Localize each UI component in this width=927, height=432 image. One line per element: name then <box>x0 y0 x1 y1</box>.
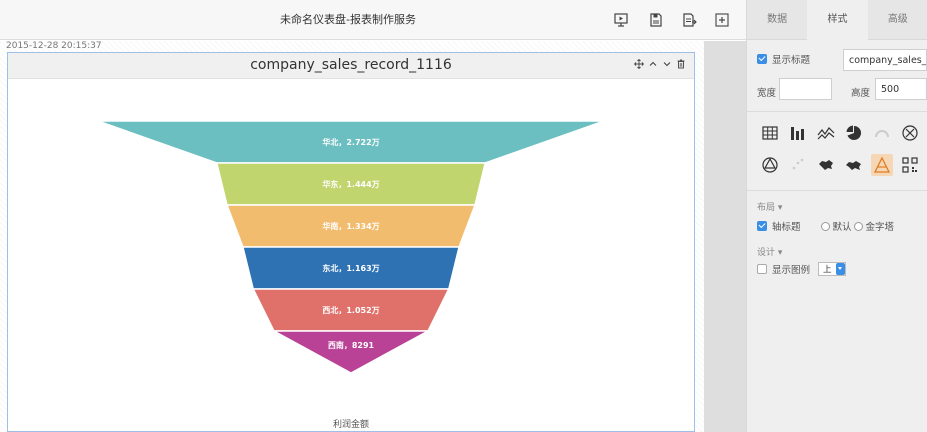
radio-pyramid[interactable] <box>853 221 863 231</box>
legend-position-select[interactable]: 上 <box>818 262 846 276</box>
select-arrow-icon <box>835 263 845 275</box>
legend-row: 显示图例 上 <box>757 262 846 276</box>
layout-row: 轴标题 默认 金字塔 <box>757 219 894 233</box>
axis-title-label: 轴标题 <box>772 222 801 233</box>
funnel-label-3: 华南，1.334万 <box>322 221 379 231</box>
divider <box>747 190 927 191</box>
tab-style[interactable]: 样式 <box>807 0 868 40</box>
radio-pyramid-label: 金字塔 <box>865 222 895 233</box>
map-icon[interactable] <box>815 154 837 176</box>
properties-panel: 数据 样式 高级 显示标题 company_sales_record_1116 … <box>746 0 927 432</box>
funnel-label-5: 西北，1.052万 <box>322 305 379 315</box>
canvas-timestamp: 2015-12-28 20:15:37 <box>6 41 102 51</box>
radio-default[interactable] <box>820 221 830 231</box>
gauge-icon[interactable] <box>871 122 893 144</box>
funnel-label-6: 西南，8291 <box>328 340 375 350</box>
show-legend-label: 显示图例 <box>772 265 811 276</box>
bar-chart-icon[interactable] <box>787 122 809 144</box>
qrcode-icon[interactable] <box>899 154 921 176</box>
width-input[interactable] <box>779 78 832 100</box>
polar-icon[interactable] <box>759 154 781 176</box>
show-legend-checkbox[interactable] <box>757 264 767 274</box>
table-icon[interactable] <box>759 122 781 144</box>
divider <box>747 111 927 112</box>
export-icon[interactable] <box>681 12 697 28</box>
add-icon[interactable] <box>714 12 730 28</box>
top-bar: 未命名仪表盘-报表制作服务 <box>0 0 746 40</box>
show-title-row: 显示标题 <box>757 52 810 66</box>
chart-widget[interactable]: company_sales_record_1116 华北，2.722万 华东，1.… <box>7 52 695 432</box>
funnel-icon[interactable] <box>871 154 893 176</box>
map-alt-icon[interactable] <box>843 154 865 176</box>
funnel-label-4: 东北，1.163万 <box>322 263 379 273</box>
scatter-icon[interactable] <box>787 154 809 176</box>
panel-tabs: 数据 样式 高级 <box>747 0 927 40</box>
design-section-label: 设计 <box>757 248 776 258</box>
dashboard-title: 未命名仪表盘-报表制作服务 <box>280 13 416 26</box>
legend-position-value: 上 <box>823 265 832 275</box>
tab-data[interactable]: 数据 <box>747 0 808 40</box>
preview-icon[interactable] <box>613 12 629 28</box>
pie-chart-icon[interactable] <box>843 122 865 144</box>
funnel-axis-title: 利润金额 <box>332 420 369 430</box>
width-label: 宽度 <box>757 88 777 99</box>
radio-default-label: 默认 <box>832 222 852 233</box>
show-title-label: 显示标题 <box>772 55 811 66</box>
tab-advanced[interactable]: 高级 <box>867 0 927 40</box>
funnel-label-2: 华东，1.444万 <box>322 179 379 189</box>
axis-title-checkbox[interactable] <box>757 221 767 231</box>
height-input[interactable]: 500 <box>875 78 927 100</box>
height-label: 高度 <box>851 88 871 99</box>
canvas-margin <box>704 41 746 432</box>
funnel-segment-6[interactable] <box>273 330 429 374</box>
line-chart-icon[interactable] <box>815 122 837 144</box>
save-icon[interactable] <box>648 12 664 28</box>
layout-section[interactable]: 布局 ▾ <box>757 200 782 213</box>
chart-type-grid <box>759 122 919 182</box>
show-title-checkbox[interactable] <box>757 54 767 64</box>
dashboard-canvas: 2015-12-28 20:15:37 company_sales_record… <box>0 41 746 432</box>
radar-icon[interactable] <box>899 122 921 144</box>
funnel-label-1: 华北，2.722万 <box>322 137 379 147</box>
layout-section-label: 布局 <box>757 203 776 213</box>
design-section[interactable]: 设计 ▾ <box>757 245 782 258</box>
title-input[interactable]: company_sales_record_1116 <box>843 49 927 71</box>
app-window: 未命名仪表盘-报表制作服务 2015-12-28 20:15:37 compan… <box>0 0 927 432</box>
funnel-chart: 华北，2.722万华东，1.444万华南，1.334万东北，1.163万西北，1… <box>97 120 605 374</box>
